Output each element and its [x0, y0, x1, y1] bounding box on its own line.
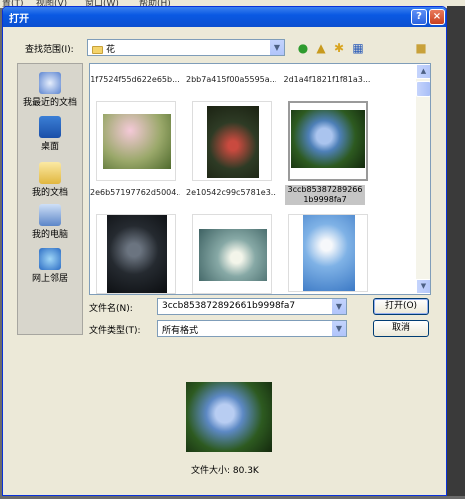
views-menu-icon[interactable]: ▦: [350, 40, 366, 56]
my-documents-icon: [39, 162, 61, 184]
place-label: 我最近的文档: [22, 98, 77, 108]
look-in-value: 花: [106, 45, 116, 55]
title-bar: 打开 ? ×: [3, 7, 446, 27]
file-thumbnail[interactable]: [96, 214, 176, 294]
help-button[interactable]: ?: [411, 9, 427, 25]
dialog-title: 打开: [9, 14, 29, 25]
place-my-computer[interactable]: 我的电脑: [18, 204, 82, 240]
network-places-icon: [39, 248, 61, 270]
up-folder-icon[interactable]: ▲: [313, 40, 329, 56]
desktop-icon: [39, 116, 61, 138]
preview-image: [186, 382, 272, 452]
my-computer-icon: [39, 204, 61, 226]
file-list-view[interactable]: 1f7524f55d622e65b... 2bb7a415f00a5595a..…: [89, 63, 431, 295]
open-button[interactable]: 打开(O): [373, 298, 429, 315]
file-name[interactable]: 2e10542c99c5781e3...: [186, 188, 276, 197]
file-thumbnail[interactable]: [96, 101, 176, 181]
open-dialog: 打开 ? × 查找范围(I): 花 ▼ ● ▲ ✱ ▦ ■ 我最近的文档 桌面 …: [2, 6, 447, 496]
chevron-down-icon[interactable]: ▼: [331, 321, 346, 336]
folder-icon[interactable]: ■: [413, 40, 429, 56]
recent-documents-icon: [39, 72, 61, 94]
place-label: 我的文档: [31, 188, 68, 198]
file-name[interactable]: 2bb7a415f00a5595a...: [186, 75, 276, 84]
places-bar: 我最近的文档 桌面 我的文档 我的电脑 网上邻居: [17, 63, 83, 335]
image-preview: [186, 382, 272, 452]
filetype-combo[interactable]: 所有格式 ▼: [157, 320, 347, 337]
new-folder-icon[interactable]: ✱: [331, 40, 347, 56]
filetype-value: 所有格式: [162, 326, 199, 336]
thumbnail-image: [199, 229, 267, 281]
place-label: 网上邻居: [31, 274, 68, 284]
place-recent-documents[interactable]: 我最近的文档: [18, 72, 82, 108]
thumbnail-image: [291, 110, 365, 168]
file-list-scrollbar[interactable]: ▲ ▼: [416, 64, 430, 294]
filename-value: 3ccb853872892661b9998fa7: [162, 301, 296, 311]
chevron-down-icon[interactable]: ▼: [331, 299, 346, 314]
place-my-documents[interactable]: 我的文档: [18, 162, 82, 198]
chevron-down-icon[interactable]: ▼: [269, 40, 284, 55]
file-thumbnail-selected[interactable]: [288, 101, 368, 181]
look-in-label: 查找范围(I):: [25, 45, 74, 55]
file-name-selected[interactable]: 3ccb853872892661b9998fa7: [285, 185, 365, 205]
filename-label: 文件名(N):: [89, 304, 133, 314]
place-desktop[interactable]: 桌面: [18, 116, 82, 152]
file-thumbnail[interactable]: [192, 214, 272, 294]
file-thumbnail[interactable]: [288, 214, 368, 292]
scroll-down-icon[interactable]: ▼: [416, 279, 430, 294]
thumbnail-image: [303, 215, 355, 291]
background-window-edge: [447, 6, 465, 496]
close-button[interactable]: ×: [429, 9, 445, 25]
thumbnail-image: [207, 106, 259, 178]
thumbnail-image: [103, 114, 171, 169]
preview-file-size: 文件大小: 80.3K: [191, 466, 259, 476]
place-label: 桌面: [40, 142, 59, 152]
filename-combo[interactable]: 3ccb853872892661b9998fa7 ▼: [157, 298, 347, 315]
thumbnail-image: [107, 215, 167, 293]
look-in-combo[interactable]: 花 ▼: [87, 39, 285, 56]
folder-icon: [92, 45, 103, 54]
back-icon[interactable]: ●: [295, 40, 311, 56]
file-thumbnail[interactable]: [192, 101, 272, 181]
filetype-label: 文件类型(T):: [89, 326, 141, 336]
place-network[interactable]: 网上邻居: [18, 248, 82, 284]
file-name[interactable]: 2d1a4f1821f1f81a3...: [282, 75, 372, 84]
scroll-up-icon[interactable]: ▲: [416, 64, 430, 79]
cancel-button[interactable]: 取消: [373, 320, 429, 337]
file-name[interactable]: 1f7524f55d622e65b...: [90, 75, 180, 84]
scroll-thumb[interactable]: [416, 81, 430, 97]
file-name[interactable]: 2e6b57197762d5004...: [90, 188, 180, 197]
place-label: 我的电脑: [31, 230, 68, 240]
